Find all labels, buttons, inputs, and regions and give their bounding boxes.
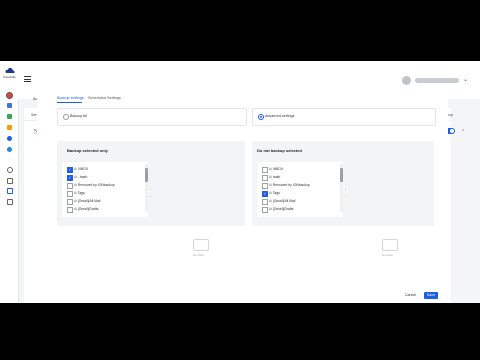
drive-icon[interactable] — [7, 114, 12, 119]
empty-state-icon — [193, 239, 209, 251]
tab-backup-settings[interactable]: Backup settings — [57, 96, 84, 100]
avatar — [401, 75, 411, 85]
checkbox[interactable] — [67, 191, 73, 197]
option-backup-all[interactable]: Backup All — [57, 108, 247, 126]
item-label: ⊙ Tags — [74, 191, 85, 195]
checkbox[interactable] — [262, 183, 268, 189]
item-label: ⊙ Removed by IONbackup — [74, 183, 115, 187]
docs-icon[interactable] — [7, 103, 12, 108]
calendar-icon[interactable] — [7, 125, 12, 130]
checkbox[interactable] — [67, 199, 73, 205]
option-label: Advanced settings — [265, 114, 295, 118]
restore-icon[interactable] — [7, 178, 13, 184]
checkbox[interactable] — [262, 207, 268, 213]
item-label: ⊙ - trash — [74, 175, 88, 179]
brand-name: CloudAlly — [3, 75, 16, 79]
item-label: ⊙ trash — [269, 175, 281, 179]
back-icon[interactable]: ‹ — [6, 92, 13, 99]
item-label: ⊙ [Gmail]/Drafts — [269, 207, 294, 211]
empty-state-label: No data — [193, 253, 204, 257]
radio-advanced[interactable] — [258, 114, 264, 120]
sites-icon[interactable] — [7, 147, 12, 152]
settings-gear-icon[interactable] — [7, 167, 13, 173]
option-advanced[interactable]: Advanced settings — [252, 108, 436, 126]
move-right-icon[interactable]: › — [150, 187, 151, 191]
group-title: Do not backup selected — [257, 148, 302, 153]
right-list: ⊙ INBOX ⊙ trash ⊙ Removed by IONbackup ⊙… — [257, 162, 343, 217]
item-label: ⊙ Tags — [269, 191, 280, 195]
contacts-icon[interactable] — [7, 136, 12, 141]
item-label: ⊙ INBOX — [269, 167, 284, 171]
cloudally-logo-icon — [4, 67, 15, 73]
checkbox[interactable] — [67, 167, 73, 173]
left-list: ⊙ VIBOX ⊙ - trash ⊙ Removed by IONbackup… — [62, 162, 148, 217]
group-title: Backup selected only — [67, 148, 108, 153]
move-left-icon[interactable]: ‹ — [150, 194, 151, 198]
chevron-up-icon[interactable]: ⌃ — [461, 129, 465, 135]
scrollbar[interactable] — [340, 164, 343, 212]
item-label: ⊙ VIBOX — [74, 167, 89, 171]
scroll-thumb[interactable] — [145, 168, 148, 182]
move-right-icon[interactable]: › — [345, 187, 346, 191]
reports-icon[interactable] — [7, 199, 13, 205]
scrollbar[interactable] — [145, 164, 148, 212]
item-label: ⊙ [Gmail]/All Mail — [74, 199, 101, 203]
scroll-thumb[interactable] — [340, 168, 343, 182]
item-label: ⊙ Removed by IONbackup — [269, 183, 310, 187]
hamburger-menu-icon[interactable] — [24, 76, 31, 82]
checkbox[interactable] — [67, 183, 73, 189]
empty-state-label: No data — [382, 253, 393, 257]
chevron-down-icon: ⌄ — [462, 77, 468, 83]
checkbox[interactable] — [67, 175, 73, 181]
option-label: Backup All — [70, 114, 87, 118]
item-label: ⊙ [Gmail]/All Mail — [269, 199, 296, 203]
cancel-button[interactable]: Cancel — [403, 292, 418, 299]
active-tab-indicator — [57, 102, 82, 103]
letterbox-top — [0, 0, 480, 61]
radio-backup-all[interactable] — [63, 114, 69, 120]
checkbox[interactable] — [262, 191, 268, 197]
checkbox[interactable] — [262, 199, 268, 205]
letterbox-bottom — [0, 303, 480, 360]
checkbox[interactable] — [262, 175, 268, 181]
brand: CloudAlly — [3, 67, 16, 83]
empty-state-icon — [382, 239, 398, 251]
checkbox[interactable] — [262, 167, 268, 173]
shield-icon[interactable] — [7, 188, 13, 194]
toggle-knob — [450, 129, 454, 133]
checkbox[interactable] — [67, 207, 73, 213]
account-name-redacted — [414, 77, 459, 83]
account-menu[interactable]: ⌄ — [401, 75, 468, 85]
item-label: ⊙ [Gmail]/Drafts — [74, 207, 99, 211]
screen: CloudAlly ⌄ ‹ Autobackup Settings — [0, 0, 480, 360]
move-left-icon[interactable]: ‹ — [345, 194, 346, 198]
tab-scheduled-settings[interactable]: Scheduled Settings — [88, 96, 121, 100]
save-button[interactable]: Save — [424, 292, 438, 299]
